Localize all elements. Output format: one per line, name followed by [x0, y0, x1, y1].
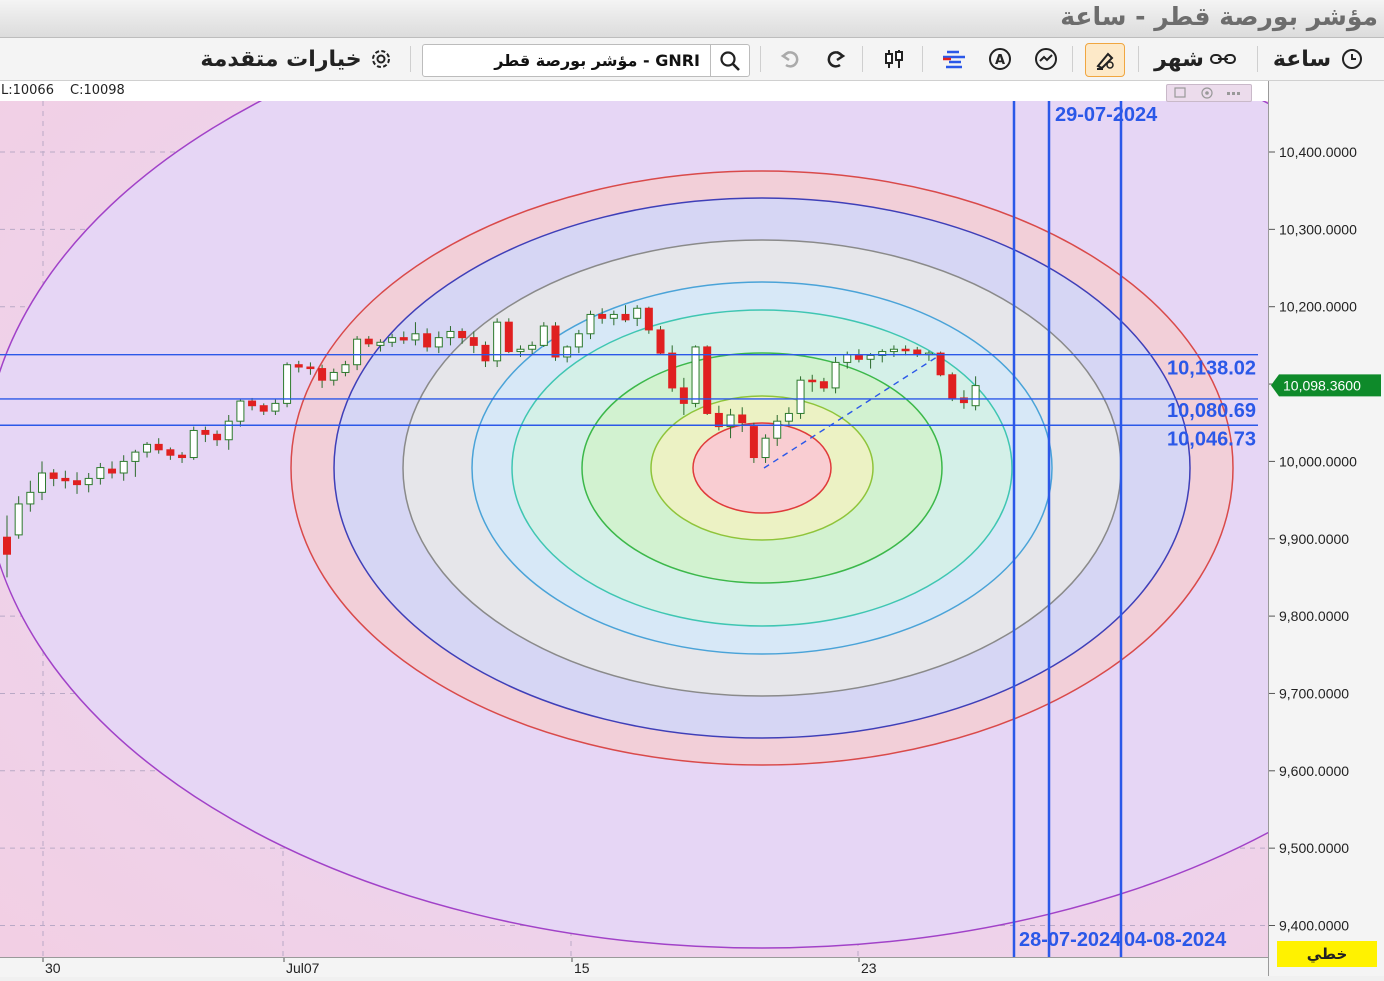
horizontal-line-label: 10,080.69	[1167, 400, 1256, 422]
price-tick-label: 10,200.0000	[1279, 299, 1357, 315]
time-tick-label: 15	[574, 960, 590, 976]
candle	[831, 356, 840, 394]
time-axis[interactable]: 30 Jul07 15 23	[0, 957, 1268, 977]
search-icon[interactable]	[710, 45, 749, 76]
candle	[644, 306, 653, 334]
period-selector[interactable]: شهر	[1152, 43, 1206, 75]
price-tick-label: 9,900.0000	[1279, 531, 1349, 547]
clock-icon[interactable]	[1336, 43, 1368, 75]
maximize-icon[interactable]	[1174, 87, 1186, 98]
advanced-options-button[interactable]: خيارات متقدمة	[200, 43, 362, 75]
separator	[862, 46, 863, 72]
histogram-icon[interactable]	[938, 43, 970, 75]
price-tick-label: 9,400.0000	[1279, 918, 1349, 934]
time-tick-label: Jul07	[286, 960, 320, 976]
candle	[539, 322, 548, 347]
candle	[283, 362, 292, 408]
candle	[703, 345, 712, 415]
candle	[493, 318, 502, 368]
date-line-label: 29-07-2024	[1055, 104, 1158, 126]
ohlc-readout: L:10066 C:10098	[0, 81, 1268, 101]
price-axis[interactable]: 10,400.000010,300.000010,200.000010,100.…	[1268, 81, 1384, 976]
price-tick-label: 9,700.0000	[1279, 685, 1349, 701]
price-tick-label: 10,300.0000	[1279, 221, 1357, 237]
candle	[353, 336, 362, 371]
chart-window-controls	[1166, 84, 1252, 102]
horizontal-line-label: 10,138.02	[1167, 358, 1256, 380]
separator	[1257, 46, 1258, 72]
date-line-label: 28-07-2024	[1019, 929, 1122, 951]
compare-icon[interactable]	[878, 43, 910, 75]
symbol-search-box	[422, 44, 750, 77]
settings-icon[interactable]	[366, 43, 396, 75]
separator	[410, 46, 411, 72]
symbol-input[interactable]	[423, 45, 710, 76]
indicator-icon[interactable]	[1030, 43, 1062, 75]
draw-mode-label: خطي	[1307, 945, 1348, 963]
last-price-label: 10,098.3600	[1283, 377, 1361, 393]
more-icon[interactable]	[1227, 92, 1240, 95]
separator	[922, 46, 923, 72]
price-tick-label: 9,800.0000	[1279, 608, 1349, 624]
candle	[504, 318, 513, 354]
separator	[1072, 46, 1073, 72]
price-tick-label: 9,600.0000	[1279, 763, 1349, 779]
candle	[656, 326, 665, 355]
fib-ellipse	[692, 422, 832, 514]
date-line-label: 04-08-2024	[1124, 929, 1227, 951]
horizontal-line-label: 10,046.73	[1167, 428, 1256, 450]
price-tick-label: 10,000.0000	[1279, 453, 1357, 469]
candle	[749, 422, 758, 463]
title-bar: مؤشر بورصة قطر - ساعة	[0, 0, 1384, 38]
undo-icon[interactable]	[774, 43, 806, 75]
price-axis-labels: 10,400.000010,300.000010,200.000010,100.…	[1269, 144, 1381, 967]
time-tick-label: 30	[45, 960, 61, 976]
svg-text:A: A	[995, 53, 1005, 68]
chart-plot-area[interactable]: 10,138.02 10,080.69 10,046.73 29-07-2024 28-…	[0, 101, 1268, 957]
low-value: L:10066	[1, 83, 54, 98]
time-tick-label: 23	[861, 960, 877, 976]
auto-icon[interactable]: A	[984, 43, 1016, 75]
candle	[189, 426, 198, 460]
link-icon[interactable]	[1208, 43, 1238, 75]
time-axis-labels: 30 Jul07 15 23	[42, 958, 877, 976]
price-tick-label: 10,400.0000	[1279, 144, 1357, 160]
draw-tool-icon[interactable]	[1085, 43, 1125, 77]
candle	[796, 376, 805, 419]
price-chart[interactable]: 10,138.02 10,080.69 10,046.73 29-07-2024 28-…	[0, 101, 1268, 957]
candle	[948, 372, 957, 402]
close-value: C:10098	[70, 83, 125, 98]
window-title: مؤشر بورصة قطر - ساعة	[1060, 2, 1378, 31]
price-tick-label: 9,500.0000	[1279, 840, 1349, 856]
interval-selector[interactable]: ساعة	[1270, 43, 1334, 75]
separator	[1138, 46, 1139, 72]
redo-icon[interactable]	[820, 43, 852, 75]
separator	[760, 46, 761, 72]
